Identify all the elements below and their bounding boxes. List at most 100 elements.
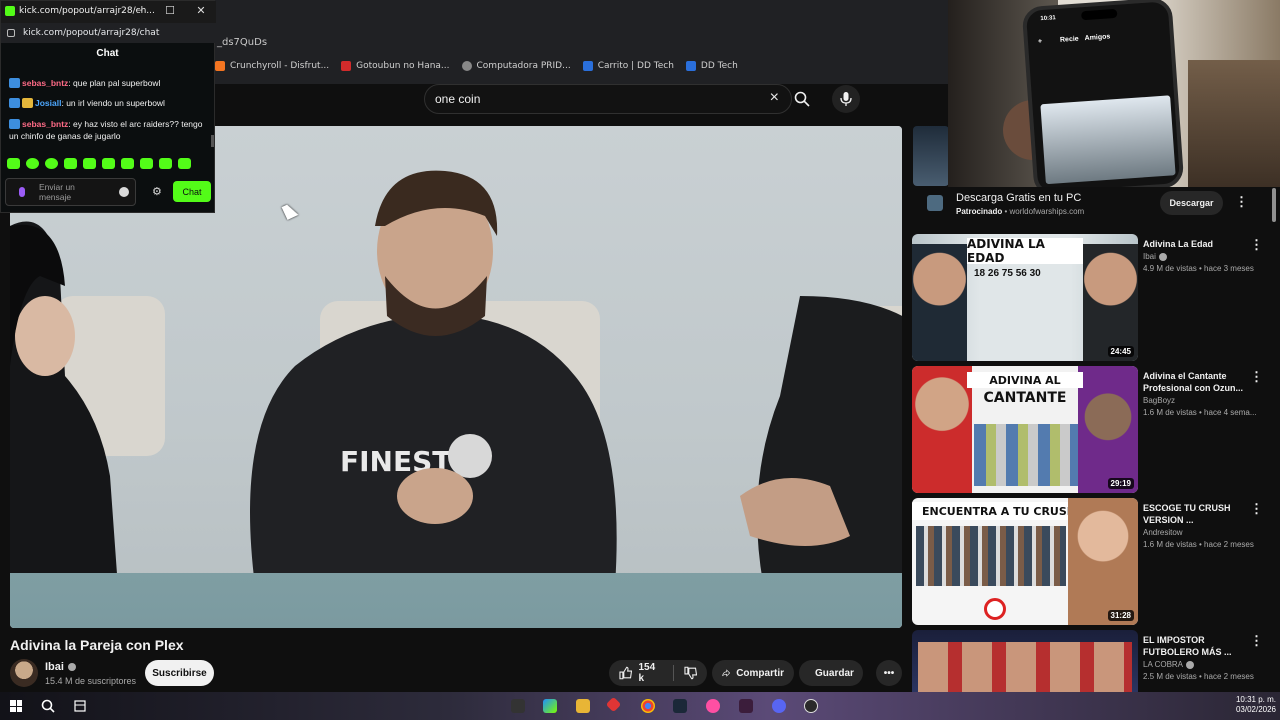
- video-thumbnail[interactable]: [912, 630, 1138, 692]
- file-explorer-icon[interactable]: [576, 699, 590, 713]
- chat-send-button[interactable]: Chat: [173, 181, 211, 202]
- subscribe-button[interactable]: Suscribirse: [145, 660, 214, 686]
- kebab-menu-icon[interactable]: ⋮: [1250, 633, 1263, 649]
- chat-message: Josiall: un irl viendo un superbowl: [9, 97, 209, 109]
- steam-icon[interactable]: [673, 699, 687, 713]
- search-input[interactable]: one coin: [435, 92, 480, 106]
- bookmark-ddtech[interactable]: DD Tech: [685, 61, 738, 71]
- recommendation-channel[interactable]: BagBoyz: [1143, 396, 1175, 405]
- ad-title[interactable]: Descarga Gratis en tu PC: [956, 192, 1081, 204]
- emoji-icon[interactable]: [119, 187, 129, 197]
- recommendation-title[interactable]: ESCOGE TU CRUSH VERSION ...: [1143, 502, 1243, 526]
- bookmark-site-icon: [341, 61, 352, 71]
- popout-url[interactable]: kick.com/popout/arrajr28/chat: [23, 28, 159, 38]
- ad-download-button[interactable]: Descargar: [1160, 191, 1223, 215]
- like-count[interactable]: 154 k: [638, 662, 662, 684]
- emote-icon[interactable]: [26, 158, 39, 169]
- minimize-icon[interactable]: –: [132, 4, 146, 16]
- page-scrollbar[interactable]: [1272, 188, 1276, 222]
- recommendation-channel[interactable]: Andresitow: [1143, 528, 1183, 537]
- video-thumbnail[interactable]: ADIVINA AL CANTANTE 29:19: [912, 366, 1138, 493]
- search-box[interactable]: one coin ×: [424, 84, 792, 114]
- video-thumbnail[interactable]: ADIVINA LA EDAD 18 26 75 56 30 24:45: [912, 234, 1138, 361]
- sponsored-ad[interactable]: Descarga Gratis en tu PC Patrocinado • w…: [913, 188, 1268, 224]
- emote-icon[interactable]: [140, 158, 153, 169]
- kick-chat-window: kick.com/popout/arrajr28/ch... – ☐ ✕ kic…: [0, 0, 216, 213]
- voice-search-button[interactable]: [832, 85, 860, 113]
- recommendation-meta: 1.6 M de vistas • hace 2 meses: [1143, 540, 1254, 549]
- emote-icon[interactable]: [102, 158, 115, 169]
- bookmark-carrito[interactable]: Carrito | DD Tech: [582, 61, 674, 71]
- recommendation-title[interactable]: Adivina el Cantante Profesional con Ozun…: [1143, 370, 1243, 394]
- recommendation-item[interactable]: ENCUENTRA A TU CRUSH 31:28 ESCOGE TU CRU…: [912, 498, 1272, 626]
- windows-start-icon[interactable]: [10, 700, 22, 712]
- epic-games-icon[interactable]: [511, 699, 525, 713]
- taskbar-clock[interactable]: 10:31 p. m. 03/02/2026: [1232, 695, 1276, 715]
- crown-badge-icon: [22, 98, 33, 108]
- share-button[interactable]: Compartir: [712, 660, 794, 686]
- like-dislike-group[interactable]: 154 k: [609, 660, 707, 686]
- video-thumbnail[interactable]: ENCUENTRA A TU CRUSH 31:28: [912, 498, 1138, 625]
- verified-icon: [1186, 660, 1195, 669]
- chat-input-placeholder[interactable]: Enviar un mensaje: [39, 182, 109, 202]
- task-view-icon[interactable]: [74, 700, 86, 712]
- bookmarks-bar: Crunchyroll - Disfrut... Gotoubun no Han…: [215, 57, 738, 75]
- kebab-menu-icon[interactable]: ⋮: [1250, 501, 1263, 517]
- emote-icon[interactable]: [83, 158, 96, 169]
- recommendation-item[interactable]: ADIVINA AL CANTANTE 29:19 Adivina el Can…: [912, 366, 1272, 494]
- chrome-icon[interactable]: [641, 699, 655, 713]
- emote-icon[interactable]: [64, 158, 77, 169]
- save-button[interactable]: Guardar: [799, 660, 863, 686]
- channel-avatar[interactable]: [10, 659, 38, 687]
- thumbnail-number-one: [984, 598, 1006, 620]
- recommendation-title[interactable]: Adivina La Edad: [1143, 238, 1243, 250]
- chat-input[interactable]: Enviar un mensaje: [5, 178, 136, 206]
- emote-icon[interactable]: [121, 158, 134, 169]
- window-titlebar[interactable]: kick.com/popout/arrajr28/ch... – ☐ ✕: [1, 1, 216, 23]
- ad-thumbnail[interactable]: [913, 126, 949, 186]
- bookmark-gotoubun[interactable]: Gotoubun no Hana...: [341, 61, 450, 71]
- search-icon[interactable]: [41, 699, 55, 713]
- copilot-icon[interactable]: [543, 699, 557, 713]
- webcam-overlay: 10:31 + Recie Amigos: [948, 0, 1280, 187]
- chat-scrollbar[interactable]: [211, 135, 214, 147]
- channel-name[interactable]: Ibai: [45, 661, 76, 673]
- bookmark-computadora[interactable]: Computadora PRID...: [461, 61, 571, 71]
- duration-badge: 24:45: [1107, 346, 1134, 357]
- emote-icon[interactable]: [159, 158, 172, 169]
- recommendation-title[interactable]: EL IMPOSTOR FUTBOLERO MÁS ...: [1143, 634, 1243, 658]
- recommendation-item[interactable]: EL IMPOSTOR FUTBOLERO MÁS ... LA COBRA 2…: [912, 630, 1272, 692]
- gear-icon[interactable]: ⚙: [152, 185, 162, 198]
- thumbnail-person: [912, 366, 972, 493]
- kebab-menu-icon[interactable]: ⋮: [1250, 369, 1263, 385]
- app-icon[interactable]: [706, 699, 720, 713]
- clear-search-icon[interactable]: ×: [770, 89, 779, 107]
- more-actions-button[interactable]: •••: [876, 660, 902, 686]
- discord-icon[interactable]: [772, 699, 786, 713]
- emote-icon[interactable]: [178, 158, 191, 169]
- microphone-icon[interactable]: [19, 187, 25, 197]
- recommendation-item[interactable]: ADIVINA LA EDAD 18 26 75 56 30 24:45 Adi…: [912, 234, 1272, 362]
- app-icon[interactable]: [804, 699, 818, 713]
- emote-icon[interactable]: [45, 158, 58, 169]
- search-button[interactable]: [787, 84, 817, 114]
- emote-bar: [7, 158, 191, 169]
- emote-icon[interactable]: [7, 158, 20, 169]
- recommendation-channel[interactable]: LA COBRA: [1143, 660, 1195, 669]
- maximize-icon[interactable]: ☐: [163, 4, 177, 17]
- thumbs-down-icon[interactable]: [683, 666, 697, 680]
- site-info-icon[interactable]: [7, 29, 15, 37]
- popout-url-bar[interactable]: kick.com/popout/arrajr28/chat: [1, 23, 216, 43]
- thumbnail-person: [912, 244, 967, 361]
- app-icon[interactable]: [739, 699, 753, 713]
- url-fragment[interactable]: _ds7QuDs: [217, 37, 267, 48]
- close-icon[interactable]: ✕: [194, 4, 208, 17]
- phone: 10:31 + Recie Amigos: [1021, 0, 1185, 187]
- bookmark-crunchyroll[interactable]: Crunchyroll - Disfrut...: [215, 61, 329, 71]
- thumbs-up-icon[interactable]: [619, 666, 633, 680]
- user-badge-icon: [9, 98, 20, 108]
- kebab-menu-icon[interactable]: ⋮: [1250, 237, 1263, 253]
- kebab-menu-icon[interactable]: ⋮: [1235, 194, 1248, 210]
- thumbnail-banner: ENCUENTRA A TU CRUSH: [912, 502, 1086, 520]
- recommendation-channel[interactable]: Ibai: [1143, 252, 1167, 261]
